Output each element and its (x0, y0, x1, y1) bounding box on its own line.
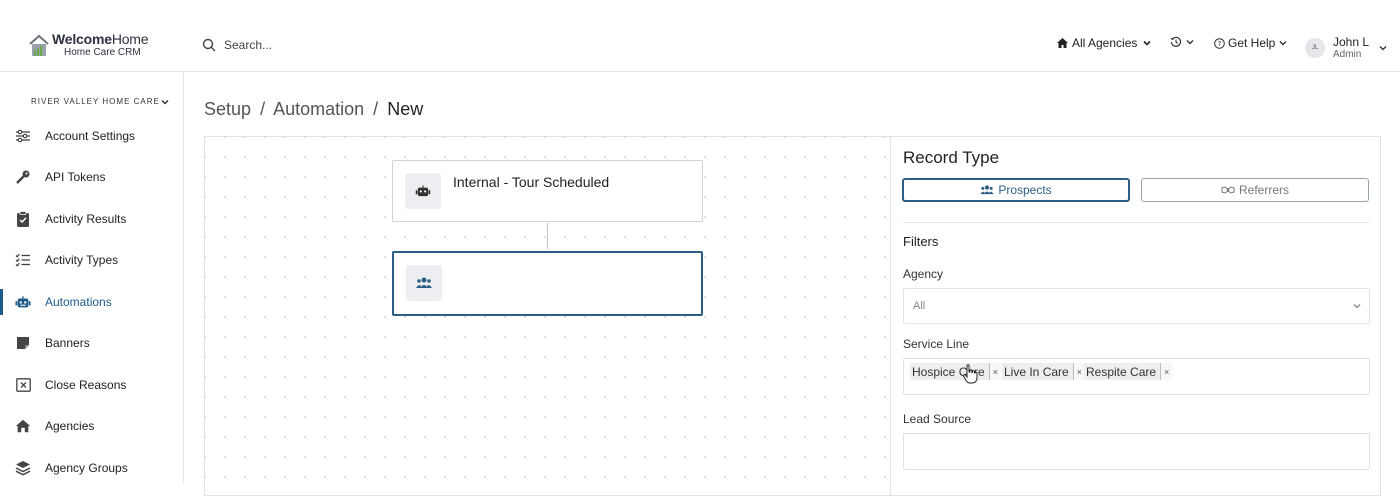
chevron-down-icon (161, 99, 169, 105)
user-name: John L (1333, 35, 1370, 49)
top-header: WelcomeHome Home Care CRM All Agencies ?… (0, 0, 1400, 72)
agencies-dropdown[interactable]: All Agencies (1056, 36, 1151, 50)
sidebar-item-label: Activity Results (45, 212, 127, 226)
trigger-node[interactable]: Internal - Tour Scheduled (392, 160, 703, 222)
help-dropdown[interactable]: ? Get Help (1214, 36, 1287, 50)
agency-select-value: All (913, 300, 926, 312)
handshake-icon (1221, 185, 1235, 195)
sidebar-item-agency-groups[interactable]: Agency Groups (0, 453, 183, 483)
chevron-down-icon (1279, 41, 1287, 46)
svg-text:?: ? (1218, 40, 1222, 48)
user-menu[interactable]: JL John L Admin (1305, 35, 1387, 61)
layers-icon (15, 460, 31, 476)
service-line-tag: Hospice Care × (910, 363, 1001, 380)
clipboard-check-icon (15, 211, 31, 227)
search-input[interactable] (224, 38, 424, 52)
node-connector (547, 223, 548, 249)
home-icon (15, 418, 31, 434)
brand-logo[interactable]: WelcomeHome Home Care CRM (28, 31, 149, 58)
users-icon (980, 185, 994, 195)
org-switcher[interactable]: RIVER VALLEY HOME CARE (31, 97, 169, 106)
brand-title: WelcomeHome (52, 31, 149, 47)
tag-remove-button[interactable]: × (988, 363, 1001, 380)
breadcrumb: Setup / Automation / New (204, 99, 423, 120)
close-box-icon (15, 377, 31, 393)
panel-divider (903, 222, 1370, 223)
sidebar-item-activity-results[interactable]: Activity Results (0, 204, 183, 234)
prospects-label: Prospects (998, 183, 1052, 197)
chevron-down-icon (1379, 46, 1387, 51)
tag-label: Respite Care (1086, 364, 1157, 379)
history-dropdown[interactable] (1170, 36, 1194, 48)
trigger-node-title: Internal - Tour Scheduled (453, 174, 610, 190)
breadcrumb-setup[interactable]: Setup (204, 99, 251, 119)
agency-select[interactable]: All (903, 288, 1370, 324)
hand-cursor-icon (962, 364, 978, 389)
breadcrumb-current: New (387, 99, 424, 119)
avatar: JL (1305, 38, 1325, 59)
sidebar-item-close-reasons[interactable]: Close Reasons (0, 370, 183, 400)
agency-label: Agency (903, 267, 944, 281)
sidebar-item-label: Close Reasons (45, 378, 127, 392)
service-line-tag: Respite Care × (1084, 363, 1173, 380)
lead-source-input[interactable] (903, 433, 1370, 470)
sidebar: RIVER VALLEY HOME CARE Account Settings … (0, 72, 184, 483)
note-icon (15, 335, 31, 351)
home-icon (1057, 38, 1068, 48)
key-icon (15, 169, 31, 185)
sidebar-item-label: Account Settings (45, 129, 136, 143)
tag-remove-button[interactable]: × (1160, 363, 1173, 380)
service-line-tag: Live In Care × (1002, 363, 1085, 380)
sliders-icon (15, 128, 31, 144)
list-check-icon (15, 252, 31, 268)
search-icon (202, 38, 216, 52)
breadcrumb-separator: / (373, 99, 379, 119)
sidebar-item-agencies[interactable]: Agencies (0, 411, 183, 441)
house-logo-icon (28, 32, 50, 58)
filters-heading: Filters (903, 234, 939, 249)
chevron-down-icon (1143, 40, 1151, 46)
tag-label: Live In Care (1004, 364, 1069, 379)
users-icon (406, 265, 442, 301)
robot-icon (405, 173, 441, 209)
search-bar[interactable] (202, 38, 424, 52)
help-label: Get Help (1228, 36, 1276, 50)
sidebar-item-banners[interactable]: Banners (0, 328, 183, 358)
chevron-down-icon (1353, 304, 1361, 309)
config-panel: Record Type Prospects Referrers Filters … (890, 136, 1381, 496)
prospects-toggle[interactable]: Prospects (902, 178, 1130, 202)
breadcrumb-automation[interactable]: Automation (273, 99, 364, 119)
brand-subtitle: Home Care CRM (64, 47, 141, 58)
action-node[interactable] (392, 251, 703, 316)
panel-title: Record Type (903, 148, 1000, 167)
referrers-label: Referrers (1238, 183, 1289, 197)
sidebar-item-activity-types[interactable]: Activity Types (0, 245, 183, 275)
agencies-label: All Agencies (1072, 36, 1138, 50)
help-icon: ? (1214, 37, 1225, 49)
sidebar-item-automations[interactable]: Automations (0, 287, 183, 317)
service-line-label: Service Line (903, 337, 970, 351)
history-icon (1170, 36, 1182, 47)
sidebar-item-api-tokens[interactable]: API Tokens (0, 162, 183, 192)
referrers-toggle[interactable]: Referrers (1141, 178, 1369, 202)
sidebar-item-label: Agencies (45, 419, 95, 433)
sidebar-item-label: Banners (45, 336, 90, 350)
sidebar-item-label: Activity Types (45, 253, 119, 267)
sidebar-item-account-settings[interactable]: Account Settings (0, 121, 183, 151)
robot-icon (15, 294, 31, 310)
sidebar-item-label: API Tokens (45, 170, 106, 184)
org-name: RIVER VALLEY HOME CARE (31, 97, 160, 106)
chevron-down-icon (1186, 40, 1194, 45)
sidebar-item-label: Agency Groups (45, 461, 128, 475)
breadcrumb-separator: / (260, 99, 266, 119)
lead-source-label: Lead Source (903, 412, 972, 426)
user-role: Admin (1333, 49, 1362, 61)
sidebar-item-label: Automations (45, 295, 112, 309)
